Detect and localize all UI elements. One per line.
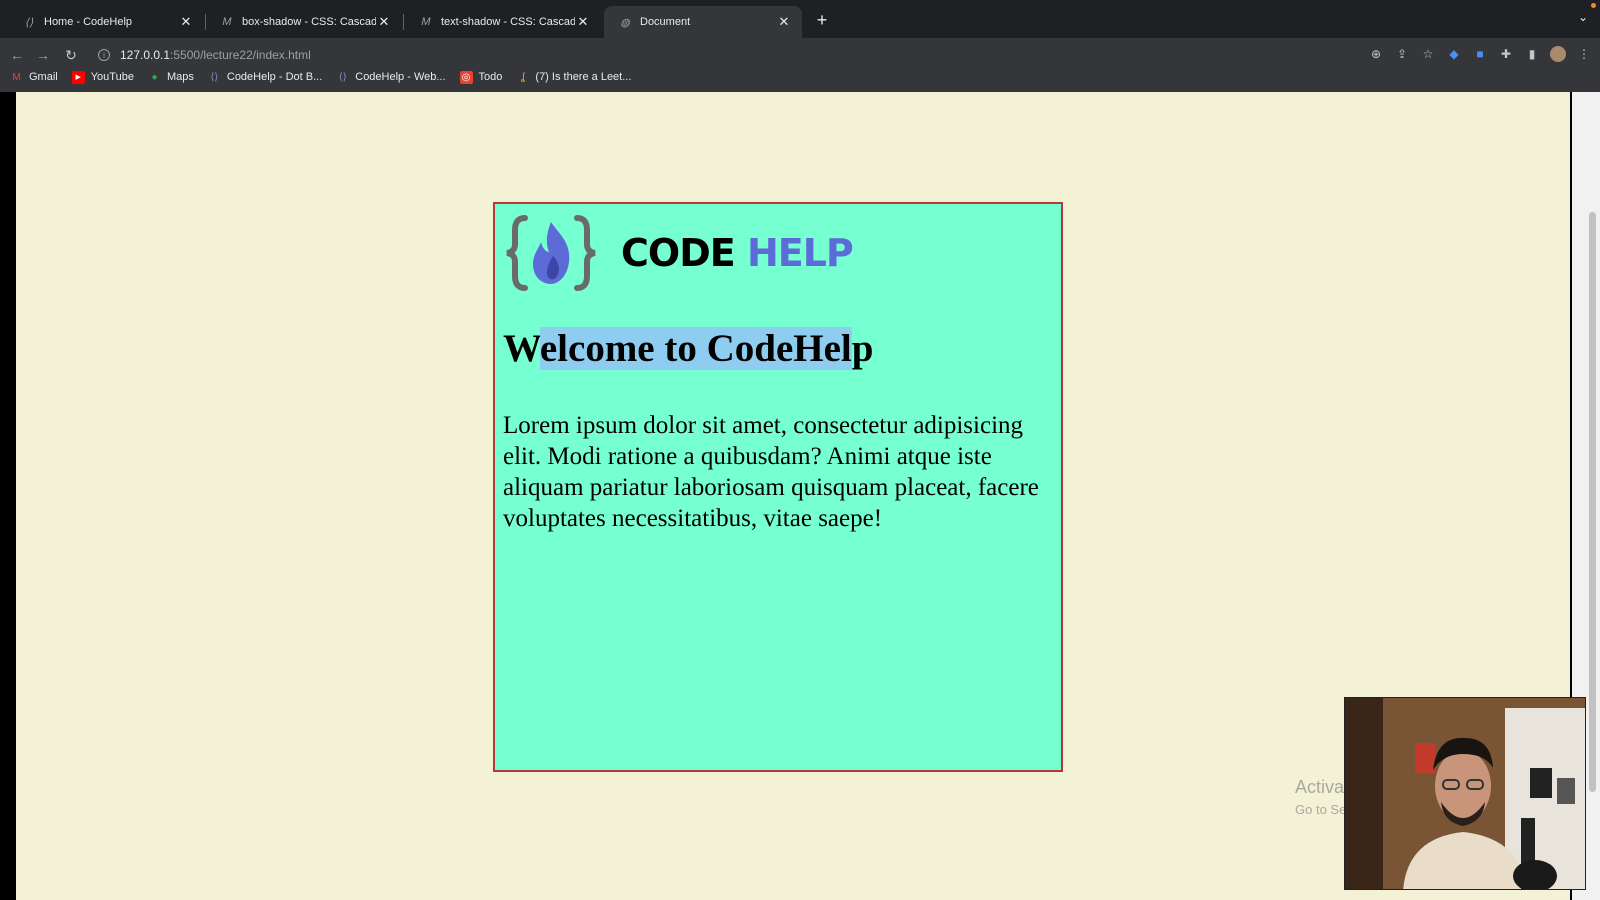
back-arrow-icon[interactable]: ←	[8, 46, 26, 64]
avatar[interactable]	[1550, 46, 1566, 62]
scrollbar-thumb[interactable]	[1589, 212, 1596, 792]
tab-title: Document	[640, 16, 691, 28]
bookmark-maps[interactable]: ● Maps	[148, 71, 194, 84]
tab-document[interactable]: ◍ Document ✕	[604, 6, 802, 38]
youtube-icon: ▶	[71, 70, 85, 84]
extension-shield-icon[interactable]: ◆	[1446, 46, 1462, 62]
heading-text-start: W	[503, 327, 540, 370]
heading-selected-text: elcome to CodeHel	[539, 327, 852, 370]
heading-text-end: p	[851, 327, 874, 370]
puzzle-icon[interactable]: ✚	[1498, 46, 1514, 62]
bookmark-label: Maps	[166, 71, 194, 83]
globe-icon: ◍	[620, 16, 630, 29]
codehelp-icon: ⟨⟩	[24, 16, 34, 29]
new-tab-button[interactable]: +	[812, 10, 832, 30]
sidebar-icon[interactable]: ▮	[1524, 46, 1540, 62]
page-heading: Welcome to CodeHelp	[503, 326, 873, 371]
extension-f-icon[interactable]: ■	[1472, 46, 1488, 62]
reload-icon[interactable]: ↻	[62, 46, 80, 64]
zoom-icon[interactable]: ⊕	[1368, 46, 1384, 62]
chevron-down-icon[interactable]: ⌄	[1578, 10, 1588, 24]
close-icon[interactable]: ✕	[178, 14, 194, 30]
tab-separator	[403, 14, 404, 30]
bookmark-label: CodeHelp - Dot B...	[226, 71, 323, 83]
info-icon[interactable]: i	[98, 49, 110, 61]
maps-icon: ●	[151, 71, 158, 83]
kebab-menu-icon[interactable]: ⋮	[1576, 46, 1592, 62]
star-icon[interactable]: ☆	[1420, 46, 1436, 62]
forward-arrow-icon[interactable]: →	[34, 46, 52, 64]
bookmark-label: Gmail	[29, 71, 58, 83]
bookmark-label: (7) Is there a Leet...	[535, 71, 632, 83]
bookmark-label: YouTube	[90, 71, 134, 83]
body-paragraph: Lorem ipsum dolor sit amet, consectetur …	[503, 412, 1039, 532]
todo-icon: ◎	[459, 70, 473, 84]
presenter-video	[1345, 698, 1585, 889]
tab-strip: ⟨⟩ Home - CodeHelp ✕ M box-shadow - CSS:…	[0, 0, 1600, 38]
tab-home-codehelp[interactable]: ⟨⟩ Home - CodeHelp ✕	[8, 6, 204, 38]
bookmark-youtube[interactable]: ▶ YouTube	[71, 70, 134, 84]
tab-title: box-shadow - CSS: Cascading	[242, 16, 376, 28]
bookmark-label: Todo	[478, 71, 503, 83]
bookmark-gmail[interactable]: M Gmail	[10, 71, 58, 84]
content-card: CODE HELP Welcome to CodeHelp Lorem ipsu…	[493, 202, 1063, 772]
bookmark-leetcode[interactable]: ʆ (7) Is there a Leet...	[516, 71, 631, 84]
close-icon[interactable]: ✕	[575, 14, 591, 30]
codehelp-logo: CODE HELP	[503, 212, 854, 294]
leetcode-icon: ʆ	[521, 71, 525, 83]
bookmarks-bar: M Gmail ▶ YouTube ● Maps ⟨⟩ CodeHelp - D…	[0, 67, 631, 87]
codehelp-icon: ⟨⟩	[210, 71, 219, 83]
tab-text-shadow[interactable]: M text-shadow - CSS: Cascading ✕	[405, 6, 601, 38]
close-icon[interactable]: ✕	[376, 14, 392, 30]
bookmark-codehelp-web[interactable]: ⟨⟩ CodeHelp - Web...	[336, 71, 446, 84]
url-host: 127.0.0.1	[120, 48, 171, 62]
url-path: :5500/lecture22/index.html	[170, 48, 311, 62]
logo-wordmark: CODE HELP	[621, 231, 854, 275]
bookmark-codehelp-dot[interactable]: ⟨⟩ CodeHelp - Dot B...	[208, 71, 322, 84]
toolbar-icons: ⊕ ⇪ ☆ ◆ ■ ✚ ▮ ⋮	[1368, 44, 1592, 64]
address-bar[interactable]: i 127.0.0.1:5500/lecture22/index.html	[90, 42, 1420, 68]
logo-help-text: HELP	[746, 231, 854, 275]
webcam-overlay	[1344, 697, 1586, 890]
bookmark-label: CodeHelp - Web...	[355, 71, 446, 83]
mdn-icon: M	[222, 16, 232, 28]
recording-indicator	[1591, 3, 1596, 8]
codehelp-icon: ⟨⟩	[338, 71, 347, 83]
tab-title: text-shadow - CSS: Cascading	[441, 16, 575, 28]
gmail-icon: M	[12, 71, 21, 83]
bookmark-todo[interactable]: ◎ Todo	[459, 70, 503, 84]
tab-title: Home - CodeHelp	[44, 16, 133, 28]
mdn-icon: M	[421, 16, 431, 28]
tab-box-shadow[interactable]: M box-shadow - CSS: Cascading ✕	[206, 6, 402, 38]
logo-code-text: CODE	[621, 231, 736, 275]
codehelp-logo-icon	[506, 215, 596, 291]
share-icon[interactable]: ⇪	[1394, 46, 1410, 62]
close-icon[interactable]: ✕	[776, 14, 792, 30]
